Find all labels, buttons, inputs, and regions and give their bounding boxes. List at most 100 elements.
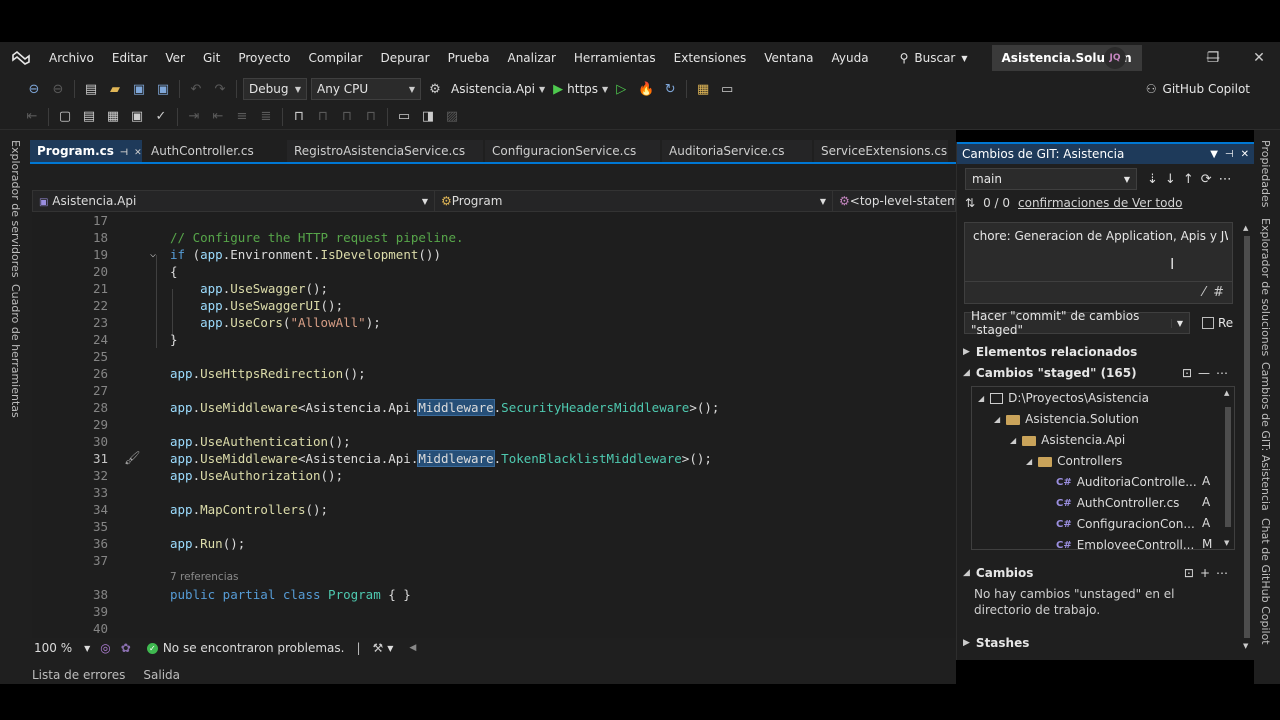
hash-reference-icon[interactable]: #	[1213, 285, 1224, 300]
view-changes-icon[interactable]: ⊡	[1184, 566, 1194, 580]
chevron-down-icon[interactable]: ▼	[1210, 149, 1218, 160]
search-box[interactable]: ⚲ Buscar ▼	[892, 51, 976, 65]
references-codelens[interactable]: 7 referencias	[170, 569, 239, 586]
save-icon[interactable]: ▣	[128, 78, 150, 100]
copilot-status-icon[interactable]: ◎	[100, 641, 110, 655]
undo-icon[interactable]: ↶	[185, 78, 207, 100]
properties-tab[interactable]: Propiedades	[1259, 140, 1272, 207]
panel-scrollbar[interactable]: ▲ ▼	[1243, 224, 1251, 654]
print-icon[interactable]: ▤	[78, 106, 100, 128]
quick-actions-brush-icon[interactable]: 🖌	[124, 450, 141, 467]
tree-scrollbar[interactable]: ▲ ▼	[1223, 387, 1233, 549]
forward-navigation-icon[interactable]: ⊖	[47, 78, 69, 100]
back-navigation-icon[interactable]: ⊖	[23, 78, 45, 100]
class-dropdown[interactable]: ⚙Program ▼	[435, 191, 833, 211]
platform-select[interactable]: Any CPU ▼	[311, 78, 421, 100]
tree-node-file[interactable]: C# AuthController.cs	[1056, 493, 1179, 514]
sync-icon[interactable]: ⟳	[1201, 172, 1212, 187]
branch-select[interactable]: main ▼	[965, 168, 1137, 190]
tab-output[interactable]: Salida	[141, 668, 180, 682]
commit-message-box[interactable]: chore: Generacion de Application, Apis y…	[964, 222, 1233, 304]
zoom-level[interactable]: 100 %	[34, 641, 72, 655]
format-icon[interactable]: ⇤	[21, 106, 43, 128]
view-changes-icon[interactable]: ⊡	[1182, 366, 1192, 380]
tab-serviceextensions[interactable]: ServiceExtensions.cs	[814, 140, 948, 162]
copilot-chat-tab[interactable]: Chat de GitHub Copilot	[1259, 518, 1272, 645]
save-all-icon[interactable]: ▣	[152, 78, 174, 100]
changes-section[interactable]: ◢ Cambios	[963, 566, 1033, 580]
scroll-down-icon[interactable]: ▼	[1224, 539, 1229, 547]
tree-node-drive[interactable]: ◢ D:\Proyectos\Asistencia	[978, 388, 1149, 409]
chevron-down-icon[interactable]: ▼	[1170, 318, 1183, 328]
project-dropdown[interactable]: ▣ Asistencia.Api ▼	[33, 191, 435, 211]
more-icon[interactable]: ⋯	[1216, 366, 1228, 380]
open-folder-icon[interactable]: ▰	[104, 78, 126, 100]
restore-window-button[interactable]: ❐	[1198, 42, 1228, 74]
related-items-section[interactable]: ▶ Elementos relacionados	[963, 345, 1137, 359]
unstage-all-icon[interactable]: —	[1198, 366, 1210, 380]
uncomment-icon[interactable]: ≣	[255, 106, 277, 128]
problems-status[interactable]: No se encontraron problemas.	[163, 641, 345, 655]
tab-error-list[interactable]: Lista de errores	[30, 668, 125, 682]
scroll-thumb[interactable]	[1225, 407, 1231, 527]
amend-checkbox[interactable]	[1202, 317, 1214, 329]
tab-program-cs[interactable]: Program.cs ⊣ ✕	[30, 140, 142, 162]
refresh-icon[interactable]: ↻	[659, 78, 681, 100]
cleanup-icon[interactable]: ✿	[121, 641, 131, 655]
menu-herramientas[interactable]: Herramientas	[565, 42, 665, 74]
menu-analizar[interactable]: Analizar	[498, 42, 564, 74]
new-file-icon[interactable]: ▢	[54, 106, 76, 128]
push-icon[interactable]: ↑	[1183, 172, 1194, 187]
close-icon[interactable]: ✕	[134, 148, 142, 158]
magic-wand-icon[interactable]: ⁄	[1203, 285, 1205, 300]
tree-node-folder[interactable]: ◢ Asistencia.Solution	[994, 409, 1139, 430]
pin-icon[interactable]: ⊣	[120, 148, 128, 158]
amend-option[interactable]: Re	[1202, 316, 1233, 330]
tree-node-file[interactable]: C# AuditoriaControlle...	[1056, 472, 1197, 493]
window-icon[interactable]: ▣	[126, 106, 148, 128]
new-project-icon[interactable]: ▤	[80, 78, 102, 100]
next-bookmark-icon[interactable]: ⊓	[336, 106, 358, 128]
layout-icon[interactable]: ▭	[716, 78, 738, 100]
scroll-thumb[interactable]	[1244, 236, 1250, 638]
menu-ver[interactable]: Ver	[156, 42, 194, 74]
collapse-icon[interactable]: ⌵	[150, 246, 156, 263]
check-icon[interactable]: ✓	[150, 106, 172, 128]
pin-icon[interactable]: ⊣	[1225, 149, 1234, 160]
scroll-down-icon[interactable]: ▼	[1243, 642, 1248, 650]
monitor-icon[interactable]: ▭	[393, 106, 415, 128]
start-debug-icon[interactable]: ▶	[553, 82, 563, 97]
redo-icon[interactable]: ↷	[209, 78, 231, 100]
close-icon[interactable]: ✕	[1241, 149, 1249, 160]
hot-reload-icon[interactable]: 🔥	[635, 78, 657, 100]
tab-authcontroller[interactable]: AuthController.cs	[144, 140, 285, 162]
chevron-down-icon[interactable]: ▼	[539, 85, 545, 94]
solution-explorer-icon[interactable]: ▦	[692, 78, 714, 100]
more-icon[interactable]: ⋯	[1219, 172, 1232, 187]
tree-node-folder[interactable]: ◢ Asistencia.Api	[1010, 430, 1125, 451]
scroll-up-icon[interactable]: ▲	[1224, 389, 1229, 397]
configuration-select[interactable]: Debug ▼	[243, 78, 307, 100]
pull-icon[interactable]: ↓	[1165, 172, 1176, 187]
prev-bookmark-icon[interactable]: ⊓	[312, 106, 334, 128]
start-without-debug-icon[interactable]: ▷	[616, 82, 626, 97]
menu-extensiones[interactable]: Extensiones	[665, 42, 756, 74]
user-avatar[interactable]: JQ	[1104, 47, 1126, 69]
code-editor[interactable]: 17 18// Configure the HTTP request pipel…	[32, 212, 956, 638]
menu-prueba[interactable]: Prueba	[439, 42, 499, 74]
stage-all-icon[interactable]: +	[1200, 566, 1210, 580]
staged-changes-section[interactable]: ◢ Cambios "staged" (165)	[963, 366, 1137, 380]
tree-node-folder[interactable]: ◢ Controllers	[1026, 451, 1122, 472]
menu-compilar[interactable]: Compilar	[300, 42, 372, 74]
tab-registroasistenciaservice[interactable]: RegistroAsistenciaService.cs	[287, 140, 483, 162]
chevron-down-icon[interactable]: ▼	[387, 644, 393, 653]
comment-icon[interactable]: ≡	[231, 106, 253, 128]
tab-configuracionservice[interactable]: ConfiguracionService.cs	[485, 140, 660, 162]
tree-node-file[interactable]: C# ConfiguracionCon...	[1056, 514, 1195, 535]
solution-explorer-tab[interactable]: Explorador de soluciones	[1259, 218, 1272, 356]
menu-ventana[interactable]: Ventana	[755, 42, 822, 74]
github-copilot-button[interactable]: ⚇ GitHub Copilot	[1146, 74, 1250, 104]
startup-project[interactable]: Asistencia.Api	[451, 82, 535, 96]
member-dropdown[interactable]: ⚙<top-level-statements-entry-point>	[833, 191, 955, 211]
server-explorer-tab[interactable]: Explorador de servidores	[9, 140, 22, 278]
